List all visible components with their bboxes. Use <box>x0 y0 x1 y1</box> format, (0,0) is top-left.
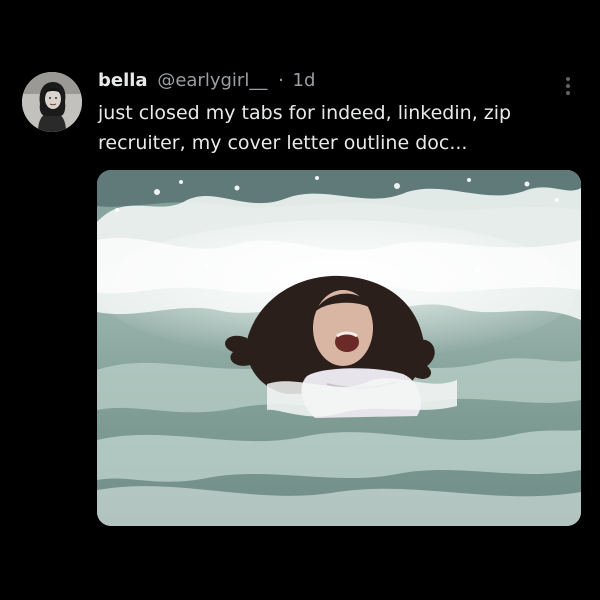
user-handle[interactable]: @earlygirl__ <box>157 70 267 91</box>
more-vertical-icon <box>566 77 570 95</box>
tweet-media-photo[interactable] <box>97 170 581 526</box>
tweet-header: bella @earlygirl__ · 1d <box>98 68 315 94</box>
tweet-text-line: just closed my tabs for indeed, linkedin… <box>98 102 512 124</box>
more-options-button[interactable] <box>558 74 578 98</box>
ocean-wave-photo <box>97 170 581 526</box>
tweet-text: just closed my tabs for indeed, linkedin… <box>98 98 568 158</box>
display-name[interactable]: bella <box>98 70 148 91</box>
separator-dot: · <box>278 70 284 91</box>
avatar[interactable] <box>22 72 82 132</box>
tweet[interactable]: bella @earlygirl__ · 1d just closed my t… <box>0 0 600 600</box>
tweet-text-line: recruiter, my cover letter outline doc..… <box>98 132 468 154</box>
timestamp[interactable]: 1d <box>293 70 316 91</box>
profile-photo-icon <box>22 72 82 132</box>
